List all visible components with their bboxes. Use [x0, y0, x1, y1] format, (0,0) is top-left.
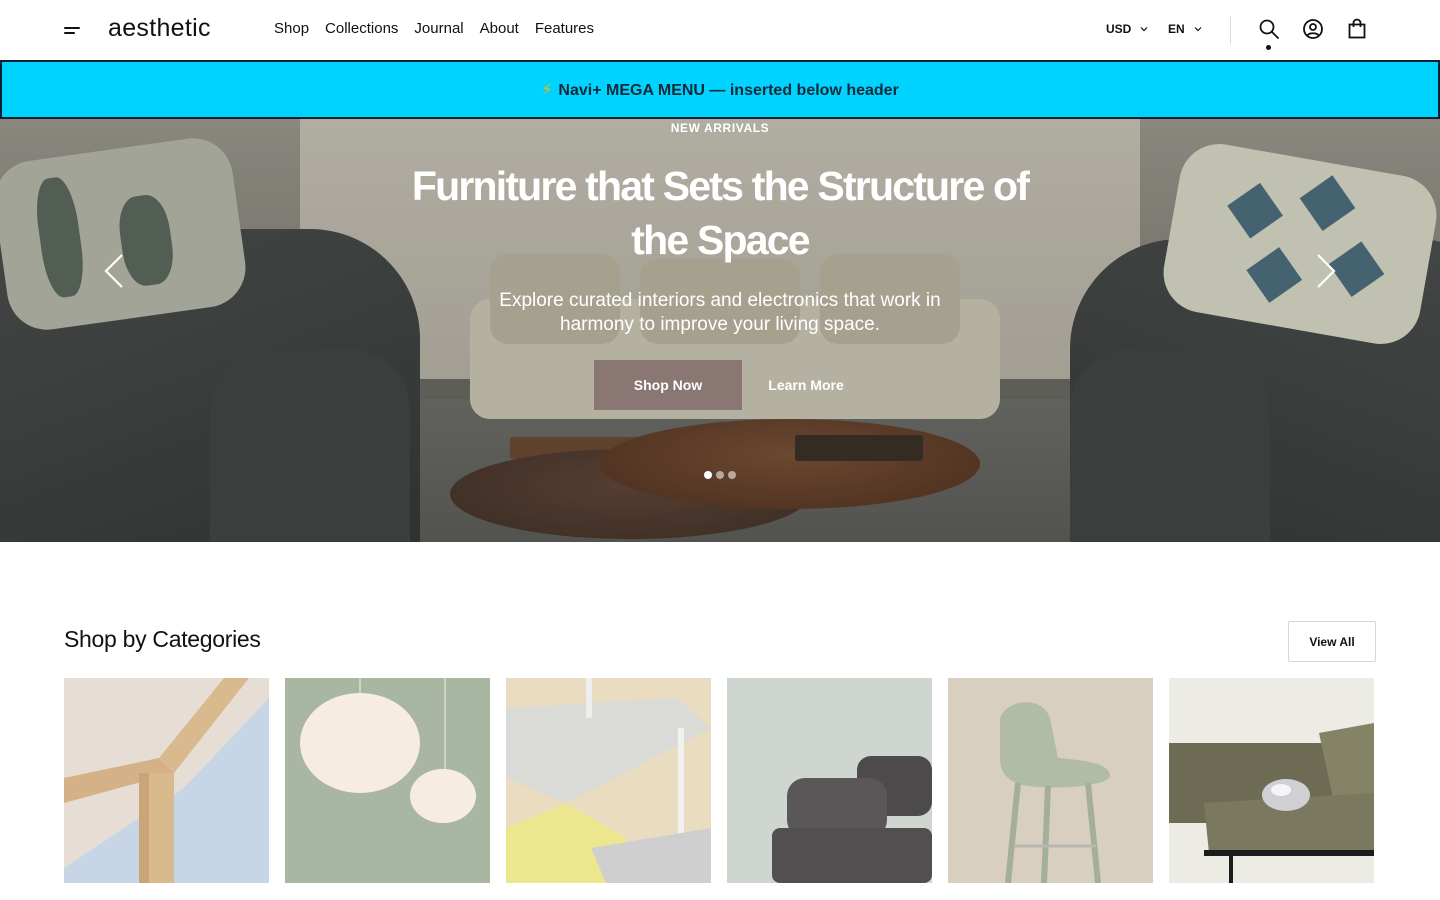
hero-eyebrow: NEW ARRIVALS: [670, 121, 770, 135]
slider-prev-arrow-icon[interactable]: [100, 251, 128, 291]
search-active-dot: [1266, 45, 1271, 50]
slider-dot-2[interactable]: [716, 471, 724, 479]
nav-features[interactable]: Features: [535, 20, 594, 37]
category-grid: [64, 678, 1374, 883]
category-card-sofas[interactable]: [727, 678, 932, 883]
hero-subtitle: Explore curated interiors and electronic…: [499, 290, 941, 335]
search-icon[interactable]: [1257, 17, 1281, 41]
slider-next-arrow-icon[interactable]: [1312, 251, 1340, 291]
chevron-down-icon: [1140, 27, 1148, 32]
account-icon[interactable]: [1301, 17, 1325, 41]
mega-menu-banner: ⚡ Navi+ MEGA MENU — inserted below header: [0, 60, 1440, 119]
nav-about[interactable]: About: [480, 20, 519, 37]
table-corner-image: [64, 678, 269, 883]
main-nav: Shop Collections Journal About Features: [274, 20, 594, 37]
category-card-chairs[interactable]: [948, 678, 1153, 883]
cart-bag-icon[interactable]: [1345, 17, 1369, 41]
category-card-table[interactable]: [64, 678, 269, 883]
sofa-image: [772, 756, 932, 883]
category-card-lounge[interactable]: [1169, 678, 1374, 883]
lightning-icon: ⚡: [541, 81, 553, 99]
lounge-sofa-image: [1169, 723, 1374, 883]
language-selector[interactable]: EN: [1168, 22, 1203, 36]
pendant-lamps-image: [300, 678, 476, 823]
categories-title: Shop by Categories: [64, 626, 261, 652]
banner-text: Navi+ MEGA MENU — inserted below header: [558, 81, 899, 99]
view-all-button[interactable]: View All: [1288, 621, 1376, 662]
slider-dot-1[interactable]: [704, 471, 712, 479]
learn-more-button[interactable]: Learn More: [756, 360, 856, 410]
category-card-lighting[interactable]: [285, 678, 490, 883]
nav-shop[interactable]: Shop: [274, 20, 309, 37]
currency-label: USD: [1106, 22, 1132, 36]
header-divider: [1230, 16, 1231, 44]
bar-stool-image: [1000, 702, 1110, 883]
nav-collections[interactable]: Collections: [325, 20, 398, 37]
site-header: aesthetic Shop Collections Journal About…: [0, 0, 1440, 60]
nav-journal[interactable]: Journal: [414, 20, 463, 37]
slider-pagination: [704, 471, 736, 479]
floor-lamp-image: [506, 678, 711, 883]
language-label: EN: [1168, 22, 1185, 36]
site-logo[interactable]: aesthetic: [108, 14, 211, 43]
menu-toggle-icon[interactable]: [62, 22, 84, 38]
chevron-down-icon: [1194, 27, 1202, 32]
category-card-lamps[interactable]: [506, 678, 711, 883]
hero-title: Furniture that Sets the Structure of the…: [411, 163, 1030, 263]
currency-selector[interactable]: USD: [1106, 22, 1149, 36]
shop-now-button[interactable]: Shop Now: [594, 360, 742, 410]
slider-dot-3[interactable]: [728, 471, 736, 479]
hero-slider: NEW ARRIVALS Furniture that Sets the Str…: [0, 119, 1440, 542]
